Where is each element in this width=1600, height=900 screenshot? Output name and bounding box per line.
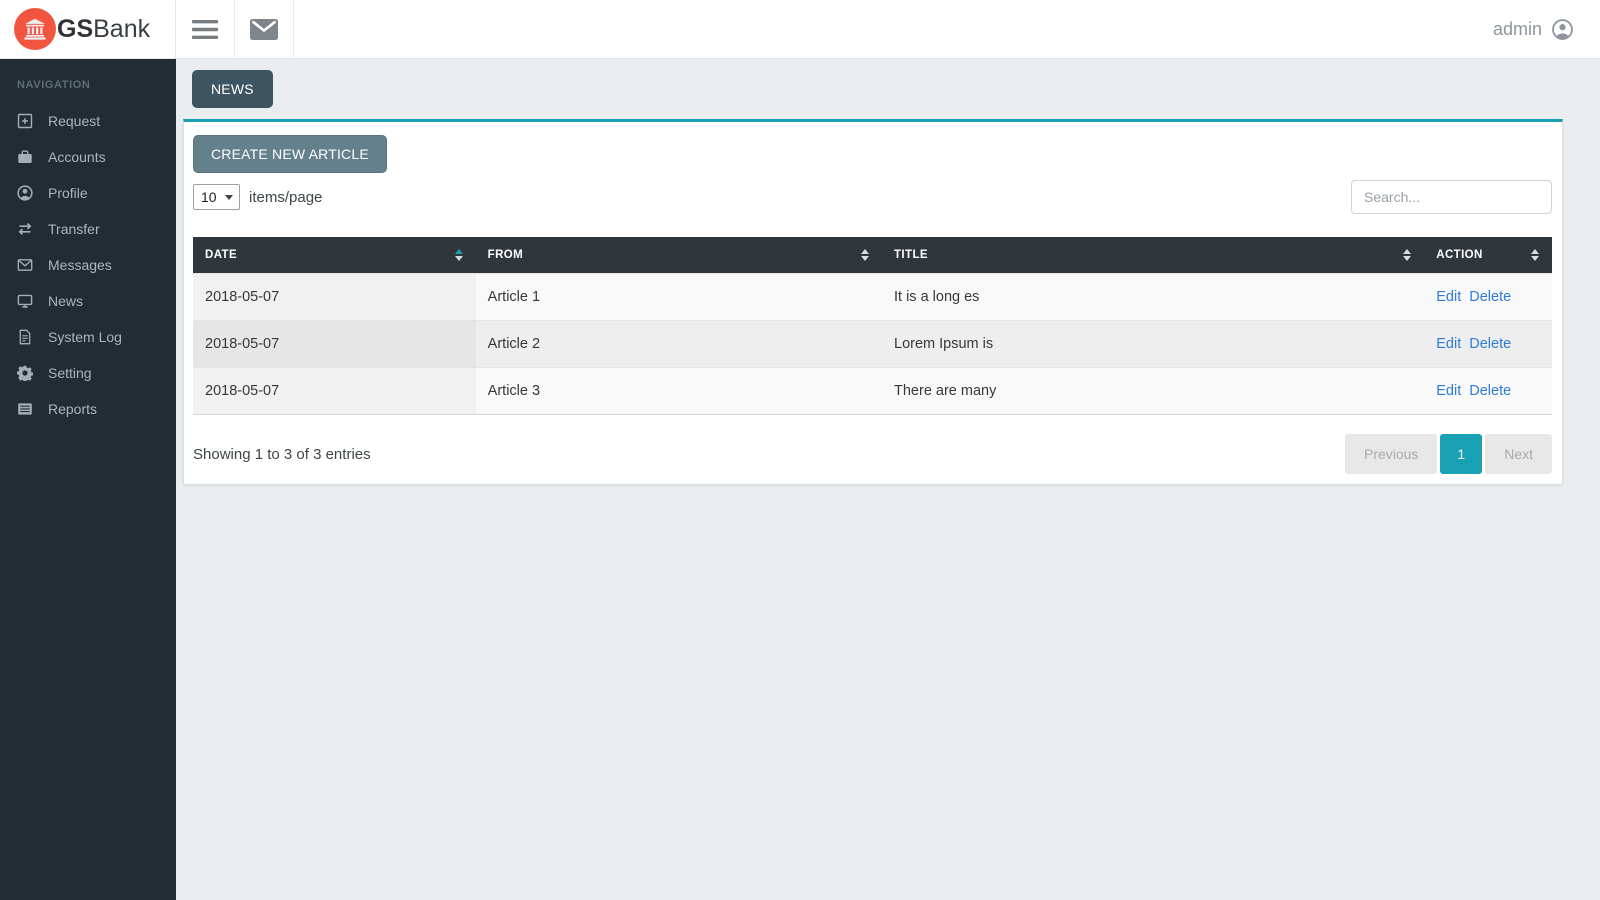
cell-date: 2018-05-07 <box>193 368 476 415</box>
cell-title: There are many <box>882 368 1424 415</box>
table-controls: 10 items/page <box>193 180 1552 214</box>
sidebar-heading: NAVIGATION <box>0 59 176 103</box>
column-header-title[interactable]: TITLE <box>882 237 1424 274</box>
brand[interactable]: GSBank <box>0 0 176 58</box>
sidebar-item-transfer[interactable]: Transfer <box>0 211 176 247</box>
sidebar-item-news[interactable]: News <box>0 283 176 319</box>
sort-icon <box>1403 249 1411 261</box>
plus-square-icon <box>17 113 33 129</box>
messages-button[interactable] <box>235 0 294 58</box>
sort-icon <box>1531 249 1539 261</box>
transfer-arrows-icon <box>17 221 33 237</box>
user-circle-icon <box>1552 19 1573 40</box>
column-header-label: TITLE <box>894 249 928 261</box>
delete-link[interactable]: Delete <box>1469 289 1511 305</box>
create-article-button[interactable]: CREATE NEW ARTICLE <box>193 135 387 173</box>
briefcase-icon <box>17 149 33 165</box>
cell-from: Article 3 <box>476 368 882 415</box>
table-header-row: DATE FROM TITLE ACTION <box>193 237 1552 274</box>
edit-link[interactable]: Edit <box>1436 336 1461 352</box>
sort-icon <box>455 249 463 261</box>
brand-name-rest: Bank <box>93 15 150 43</box>
brand-name: GSBank <box>57 15 150 44</box>
mail-icon <box>250 19 278 40</box>
sidebar-item-setting[interactable]: Setting <box>0 355 176 391</box>
cell-action: Edit Delete <box>1424 321 1552 368</box>
sidebar: NAVIGATION Request Accounts Profile <box>0 59 176 900</box>
edit-link[interactable]: Edit <box>1436 289 1461 305</box>
table-footer: Showing 1 to 3 of 3 entries Previous 1 N… <box>193 434 1552 476</box>
next-page-button[interactable]: Next <box>1485 434 1552 474</box>
entries-info: Showing 1 to 3 of 3 entries <box>193 446 371 463</box>
bank-icon <box>23 17 47 41</box>
document-icon <box>17 329 33 345</box>
search-input[interactable] <box>1351 180 1552 214</box>
main-content: NEWS CREATE NEW ARTICLE 10 items/page <box>176 59 1600 900</box>
tab-news[interactable]: NEWS <box>192 70 273 108</box>
news-panel: CREATE NEW ARTICLE 10 items/page DATE <box>183 119 1563 485</box>
username: admin <box>1493 19 1542 40</box>
items-per-page-select[interactable]: 10 <box>193 184 240 210</box>
column-header-label: DATE <box>205 249 237 261</box>
items-per-page-label: items/page <box>249 189 322 206</box>
sidebar-item-label: Request <box>48 113 100 129</box>
sidebar-item-request[interactable]: Request <box>0 103 176 139</box>
cell-from: Article 2 <box>476 321 882 368</box>
user-circle-icon <box>17 185 33 201</box>
sidebar-item-label: System Log <box>48 329 122 345</box>
column-header-label: FROM <box>488 249 523 261</box>
sidebar-item-profile[interactable]: Profile <box>0 175 176 211</box>
edit-link[interactable]: Edit <box>1436 383 1461 399</box>
sidebar-item-label: Messages <box>48 257 112 273</box>
table-row: 2018-05-07 Article 2 Lorem Ipsum is Edit… <box>193 321 1552 368</box>
sidebar-item-messages[interactable]: Messages <box>0 247 176 283</box>
gear-icon <box>17 365 33 381</box>
cell-from: Article 1 <box>476 274 882 321</box>
sidebar-item-label: Reports <box>48 401 97 417</box>
topbar: GSBank admin <box>0 0 1600 59</box>
sidebar-toggle-button[interactable] <box>176 0 235 58</box>
cell-title: It is a long es <box>882 274 1424 321</box>
bank-logo <box>14 8 56 50</box>
menu-icon <box>192 20 218 39</box>
items-per-page-control: 10 items/page <box>193 184 322 210</box>
column-header-label: ACTION <box>1436 249 1482 261</box>
sidebar-item-system-log[interactable]: System Log <box>0 319 176 355</box>
monitor-icon <box>17 293 33 309</box>
sort-icon <box>861 249 869 261</box>
cell-title: Lorem Ipsum is <box>882 321 1424 368</box>
page-1-button[interactable]: 1 <box>1440 434 1482 474</box>
pagination: Previous 1 Next <box>1342 434 1552 474</box>
sidebar-item-accounts[interactable]: Accounts <box>0 139 176 175</box>
sidebar-item-label: Setting <box>48 365 92 381</box>
cell-date: 2018-05-07 <box>193 274 476 321</box>
column-header-date[interactable]: DATE <box>193 237 476 274</box>
envelope-icon <box>17 257 33 273</box>
delete-link[interactable]: Delete <box>1469 383 1511 399</box>
table-row: 2018-05-07 Article 3 There are many Edit… <box>193 368 1552 415</box>
sidebar-item-label: News <box>48 293 83 309</box>
previous-page-button[interactable]: Previous <box>1345 434 1437 474</box>
table-row: 2018-05-07 Article 1 It is a long es Edi… <box>193 274 1552 321</box>
delete-link[interactable]: Delete <box>1469 336 1511 352</box>
sidebar-item-label: Profile <box>48 185 88 201</box>
items-per-page-select-wrap: 10 <box>193 184 240 210</box>
brand-name-bold: GS <box>57 15 93 43</box>
list-icon <box>17 401 33 417</box>
news-table: DATE FROM TITLE ACTION <box>193 237 1552 415</box>
column-header-action[interactable]: ACTION <box>1424 237 1552 274</box>
user-menu[interactable]: admin <box>1493 0 1600 58</box>
column-header-from[interactable]: FROM <box>476 237 882 274</box>
sidebar-item-label: Accounts <box>48 149 106 165</box>
sidebar-item-label: Transfer <box>48 221 100 237</box>
cell-action: Edit Delete <box>1424 368 1552 415</box>
cell-action: Edit Delete <box>1424 274 1552 321</box>
cell-date: 2018-05-07 <box>193 321 476 368</box>
sidebar-item-reports[interactable]: Reports <box>0 391 176 427</box>
